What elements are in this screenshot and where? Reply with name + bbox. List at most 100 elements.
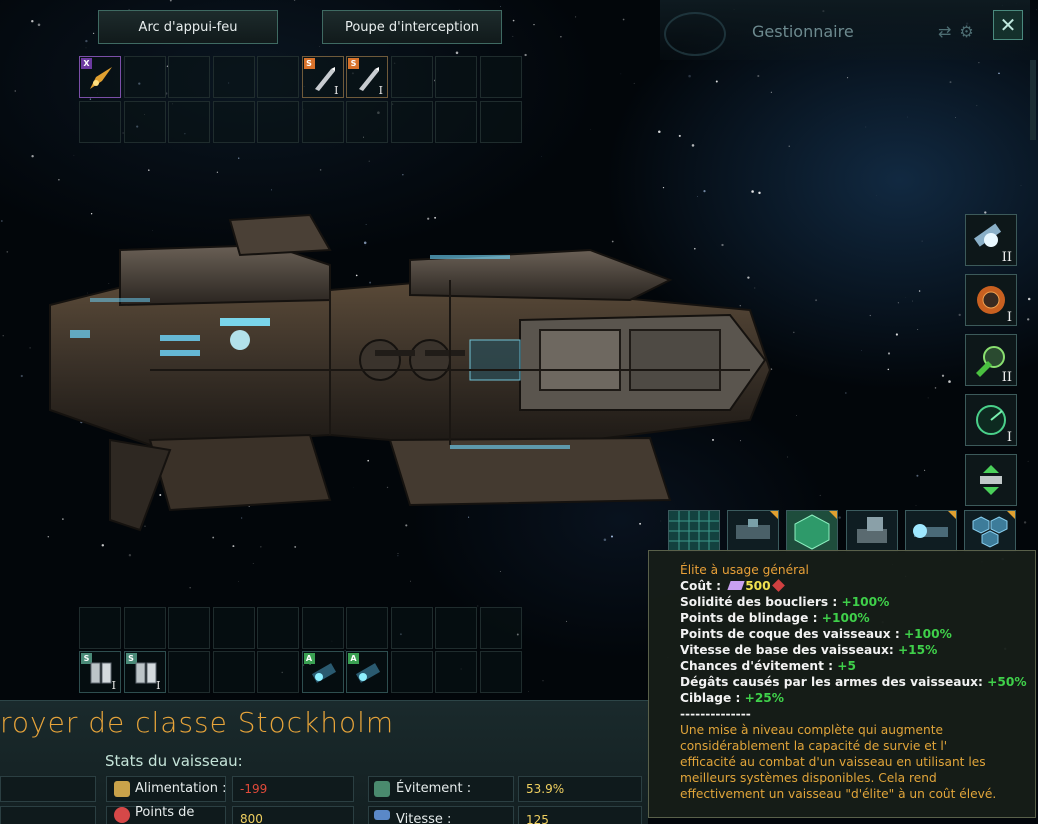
empty-slot[interactable]: [479, 101, 522, 143]
upgrade-slot-shield[interactable]: [786, 510, 838, 552]
tooltip-title: Élite à usage général: [680, 563, 809, 577]
tab-arc-appui-feu[interactable]: Arc d'appui-feu: [98, 10, 278, 44]
tooltip-description-line: meilleurs systèmes disponibles. Cela ren…: [680, 771, 937, 785]
component-thruster[interactable]: I: [965, 274, 1017, 326]
slot-missile[interactable]: SI: [301, 56, 344, 98]
tab-poupe-interception[interactable]: Poupe d'interception: [322, 10, 502, 44]
tooltip-modifier-key: Chances d'évitement :: [680, 659, 834, 673]
spinal-mount-weapon-icon: [90, 67, 112, 89]
empty-slot[interactable]: [435, 651, 477, 693]
missile-icon: [359, 67, 379, 91]
empty-slot[interactable]: [257, 56, 299, 98]
empty-slot[interactable]: [79, 607, 121, 649]
combat-computer-icon: [980, 465, 1002, 495]
hull-heart-icon: [114, 807, 130, 823]
upgrade-slot-hex-armor[interactable]: [964, 510, 1016, 552]
grid-icon: [669, 511, 719, 551]
slot-level: I: [378, 84, 383, 97]
empty-slot[interactable]: [168, 607, 210, 649]
empty-slot[interactable]: [168, 651, 210, 693]
empty-slot[interactable]: [435, 607, 477, 649]
slot-spinal-mount-weapon[interactable]: X: [79, 56, 121, 98]
empty-slot[interactable]: [390, 607, 433, 649]
empty-slot[interactable]: [123, 56, 166, 98]
empty-slot[interactable]: [257, 651, 299, 693]
upgrade-slot-cannon[interactable]: [727, 510, 779, 552]
tooltip-description-line: effectivement un vaisseau "d'élite" à un…: [680, 787, 997, 801]
empty-slot[interactable]: [212, 101, 255, 143]
empty-slot[interactable]: [390, 101, 433, 143]
ship-class-name: royer de classe Stockholm: [0, 706, 395, 739]
slot-shield-emitter[interactable]: A: [301, 651, 344, 693]
slot-missile[interactable]: SI: [346, 56, 388, 98]
component-level: I: [1006, 310, 1012, 325]
thruster-icon: [977, 286, 1005, 314]
armor-plate-icon: [90, 662, 112, 684]
tooltip-modifier-value: +100%: [841, 595, 890, 609]
component-reactor[interactable]: II: [965, 214, 1017, 266]
empty-slot[interactable]: [257, 607, 299, 649]
tooltip-modifier-line: Ciblage : +25%: [680, 691, 784, 705]
empty-slot[interactable]: [212, 607, 255, 649]
tooltip-modifier-value: +15%: [897, 643, 938, 657]
stat-power-value: -199: [240, 782, 268, 796]
upgrade-slot-grid[interactable]: [668, 510, 720, 552]
tooltip-modifier-line: Solidité des boucliers : +100%: [680, 595, 889, 609]
empty-slot[interactable]: [123, 101, 166, 143]
empty-slot[interactable]: [435, 101, 477, 143]
close-button[interactable]: ✕: [993, 10, 1023, 40]
close-icon: ✕: [999, 13, 1017, 37]
empty-slot[interactable]: [168, 56, 210, 98]
component-ftl-drive[interactable]: II: [965, 334, 1017, 386]
upgrade-slot-laser[interactable]: [905, 510, 957, 552]
tooltip-description-line: efficacité au combat d'un vaisseau en ut…: [680, 755, 986, 769]
slot-armor-plate[interactable]: SI: [79, 651, 121, 693]
tooltip-modifier-value: +100%: [903, 627, 952, 641]
manager-settings-icons[interactable]: ⇄⚙: [938, 22, 982, 41]
tooltip-cost: Coût : 500: [680, 579, 785, 593]
alloy-icon: [727, 581, 745, 590]
influence-gem-icon: [771, 579, 785, 592]
stat-speed-value: 125: [526, 813, 549, 824]
empty-slot[interactable]: [479, 607, 522, 649]
empty-slot[interactable]: [390, 651, 433, 693]
empty-slot[interactable]: [390, 56, 433, 98]
empty-slot[interactable]: [479, 56, 522, 98]
upgrade-slot-turret[interactable]: [846, 510, 898, 552]
component-level: II: [1001, 370, 1012, 385]
empty-slot[interactable]: [79, 101, 121, 143]
tooltip-cost-label: Coût :: [680, 579, 721, 593]
missile-icon: [314, 67, 335, 91]
shield-emitter-icon: [355, 663, 381, 683]
component-combat-computer[interactable]: [965, 454, 1017, 506]
slot-shield-emitter[interactable]: A: [346, 651, 388, 693]
empty-slot[interactable]: [212, 651, 255, 693]
tooltip-modifier-key: Points de coque des vaisseaux :: [680, 627, 900, 641]
tooltip-modifier-value: +100%: [821, 611, 870, 625]
shield-emitter-icon: [311, 663, 336, 683]
component-sensor-radar[interactable]: I: [965, 394, 1017, 446]
empty-slot[interactable]: [346, 101, 388, 143]
stat-hull-label: Points de: [135, 805, 195, 820]
armor-plate-icon: [135, 662, 156, 684]
slot-level: I: [111, 679, 116, 692]
empty-slot[interactable]: [257, 101, 299, 143]
tooltip-description-line: Une mise à niveau complète qui augmente: [680, 723, 944, 737]
slot-armor-plate[interactable]: SI: [123, 651, 166, 693]
empty-slot[interactable]: [346, 607, 388, 649]
empty-slot[interactable]: [212, 56, 255, 98]
stat-box-blank-2: [0, 806, 96, 824]
power-icon: [114, 781, 130, 797]
tooltip-modifier-line: Dégâts causés par les armes des vaisseau…: [680, 675, 1027, 689]
component-level: II: [1001, 250, 1012, 265]
scrollbar[interactable]: [1030, 60, 1036, 140]
stat-hull-value: 800: [240, 812, 263, 824]
empty-slot[interactable]: [435, 56, 477, 98]
slot-level: I: [156, 679, 161, 692]
turret-icon: [857, 517, 887, 543]
empty-slot[interactable]: [301, 101, 344, 143]
empty-slot[interactable]: [301, 607, 344, 649]
empty-slot[interactable]: [168, 101, 210, 143]
empty-slot[interactable]: [479, 651, 522, 693]
empty-slot[interactable]: [123, 607, 166, 649]
